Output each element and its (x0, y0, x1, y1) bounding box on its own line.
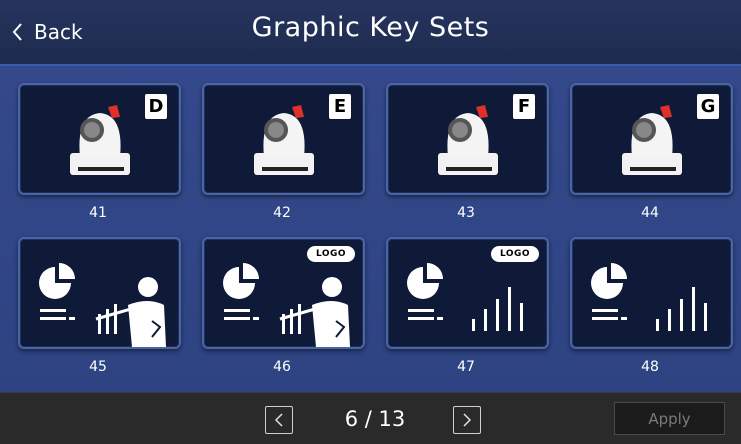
presenter-chart-icon (39, 263, 166, 347)
key-sets-grid: D 41 E 42 F 43 G 44 45 LOGO 46 LOGO 47 4… (0, 66, 741, 392)
key-set-tile-44[interactable]: G (570, 83, 733, 195)
key-set-tile-47[interactable]: LOGO (386, 237, 549, 349)
key-set-badge: F (513, 94, 535, 119)
key-set-number: 47 (457, 359, 475, 375)
page-title: Graphic Key Sets (251, 12, 490, 43)
footer-bar: 6 / 13 Apply (0, 392, 741, 444)
header-bar: Back Graphic Key Sets (0, 0, 741, 66)
bar-chart-icon (591, 263, 707, 331)
logo-badge: LOGO (307, 246, 355, 262)
key-set-badge: D (145, 94, 167, 119)
key-set-number: 45 (89, 359, 107, 375)
key-set-tile-48[interactable] (570, 237, 733, 349)
key-set-tile-41[interactable]: D (18, 83, 181, 195)
key-set-tile-46[interactable]: LOGO (202, 237, 365, 349)
key-set-tile-43[interactable]: F (386, 83, 549, 195)
key-set-badge: G (697, 94, 719, 119)
chevron-right-icon (463, 413, 472, 427)
key-set-badge: E (329, 94, 351, 119)
key-set-number: 42 (273, 205, 291, 221)
prev-page-button[interactable] (265, 406, 293, 434)
key-set-tile-45[interactable] (18, 237, 181, 349)
key-set-number: 41 (89, 205, 107, 221)
next-page-button[interactable] (453, 406, 481, 434)
key-set-number: 44 (641, 205, 659, 221)
key-set-number: 48 (641, 359, 659, 375)
chevron-left-icon (274, 413, 283, 427)
key-set-number: 43 (457, 205, 475, 221)
key-set-number: 46 (273, 359, 291, 375)
apply-button[interactable]: Apply (614, 402, 725, 435)
logo-badge: LOGO (491, 246, 539, 262)
key-set-tile-42[interactable]: E (202, 83, 365, 195)
page-indicator: 6 / 13 (344, 407, 406, 431)
